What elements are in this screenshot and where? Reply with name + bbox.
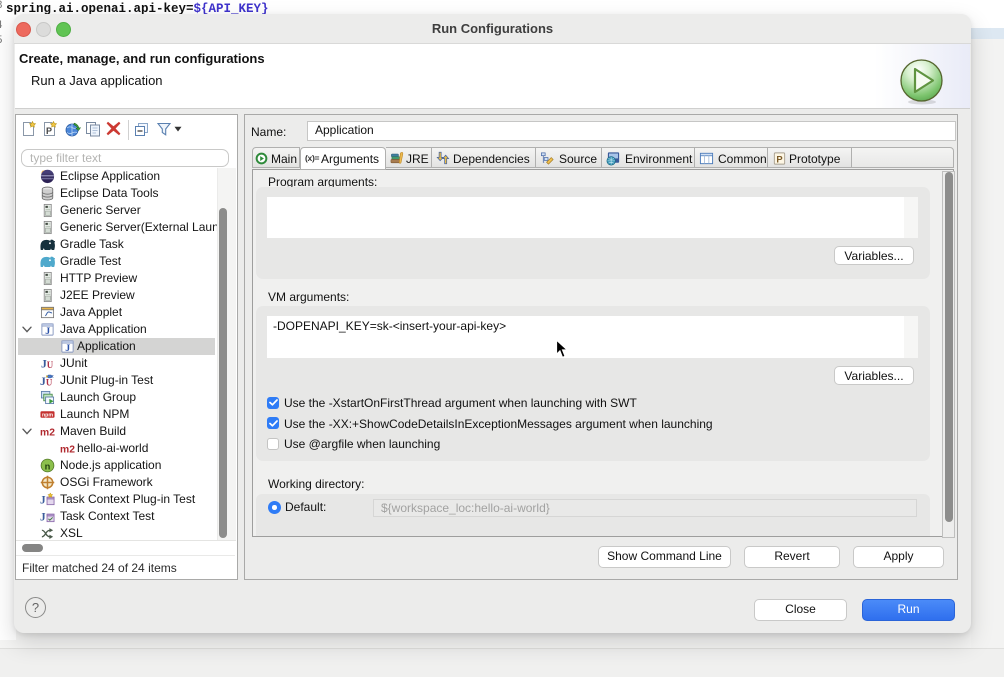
svg-text:P: P <box>776 154 782 164</box>
svg-text:m2: m2 <box>60 444 75 455</box>
svg-text:n: n <box>45 461 51 471</box>
svg-text:npm: npm <box>42 412 53 418</box>
svg-text:U: U <box>46 377 53 387</box>
svg-text:J: J <box>65 342 70 353</box>
svg-text:J: J <box>40 511 46 523</box>
svg-text:U: U <box>47 360 54 370</box>
svg-text:P: P <box>46 126 52 136</box>
svg-text:J: J <box>40 494 46 506</box>
svg-text:m2: m2 <box>40 427 55 438</box>
svg-text:J: J <box>45 325 50 336</box>
